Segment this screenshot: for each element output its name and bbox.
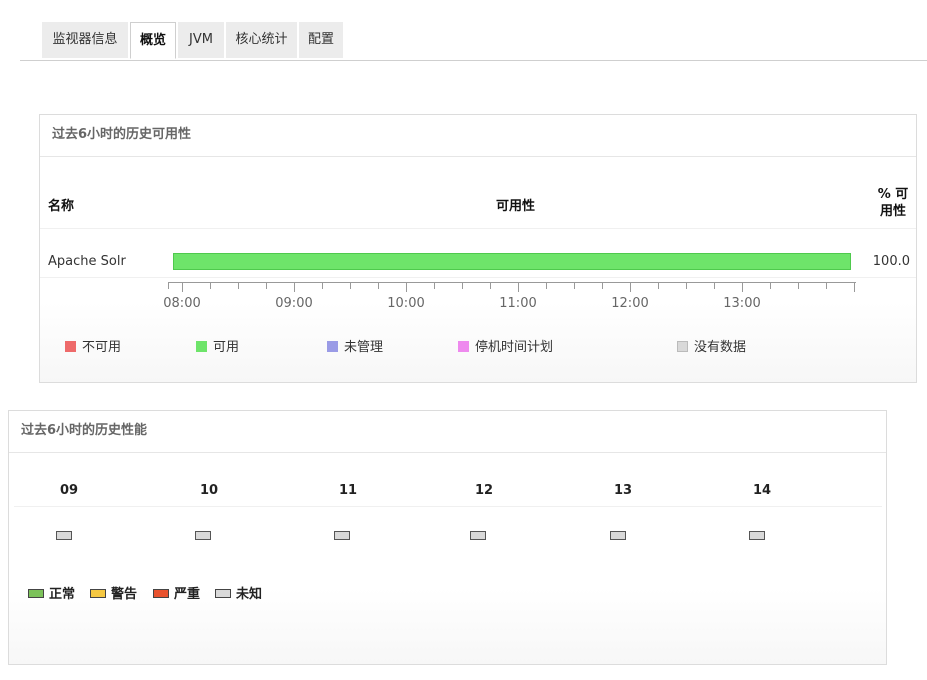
time-axis-tick — [182, 283, 183, 292]
perf-legend-label-critical: 严重 — [174, 587, 201, 602]
time-axis-tick — [630, 283, 631, 292]
availability-panel-title: 过去6小时的历史可用性 — [40, 115, 916, 157]
time-axis-tick-label: 10:00 — [387, 296, 425, 311]
time-axis-tick — [490, 283, 491, 289]
perf-legend-swatch-warning — [90, 589, 106, 598]
tab-jvm[interactable]: JVM — [178, 22, 224, 58]
column-header-percent-line2: 用性 — [879, 204, 906, 219]
column-header-name: 名称 — [48, 199, 75, 214]
perf-legend-label-clear: 正常 — [49, 587, 76, 602]
time-axis-tick — [238, 283, 239, 289]
hour-status-box[interactable] — [470, 531, 486, 540]
availability-bar[interactable] — [173, 253, 851, 270]
performance-panel-title: 过去6小时的历史性能 — [9, 411, 886, 453]
hour-label: 11 — [338, 483, 358, 498]
legend-swatch-available — [196, 341, 207, 352]
legend-scheduled-downtime: 停机时间计划 — [458, 340, 553, 356]
hour-label: 12 — [474, 483, 494, 498]
hour-status-box[interactable] — [195, 531, 211, 540]
perf-legend-warning: 警告 — [90, 587, 137, 603]
time-axis-tick — [826, 283, 827, 289]
tab-monitor-info[interactable]: 监视器信息 — [42, 22, 128, 58]
time-axis-tick — [602, 283, 603, 289]
tab-core-stats[interactable]: 核心统计 — [226, 22, 297, 58]
perf-legend-label-unknown: 未知 — [236, 587, 263, 602]
perf-legend-unknown: 未知 — [215, 587, 262, 603]
time-axis-tick — [770, 283, 771, 289]
time-axis-tick-label: 11:00 — [499, 296, 537, 311]
legend-no-data: 没有数据 — [677, 340, 746, 356]
legend-unavailable: 不可用 — [65, 340, 121, 356]
hour-status-box[interactable] — [749, 531, 765, 540]
perf-legend-swatch-clear — [28, 589, 44, 598]
hour-label: 09 — [59, 483, 79, 498]
perf-legend-clear: 正常 — [28, 587, 75, 603]
legend-swatch-no-data — [677, 341, 688, 352]
legend-label-scheduled-downtime: 停机时间计划 — [475, 340, 554, 355]
time-axis-tick — [714, 283, 715, 289]
legend-label-unmanaged: 未管理 — [344, 340, 384, 355]
column-header-availability: 可用性 — [496, 199, 536, 214]
time-axis-tick — [266, 283, 267, 289]
time-axis-tick — [210, 283, 211, 289]
perf-legend-critical: 严重 — [153, 587, 200, 603]
time-axis-tick — [462, 283, 463, 289]
time-axis-tick-label: 12:00 — [611, 296, 649, 311]
time-axis-tick — [322, 283, 323, 289]
time-axis-tick — [658, 283, 659, 289]
time-axis-tick — [742, 283, 743, 292]
time-axis-tick — [546, 283, 547, 289]
tab-bar: 监视器信息 概览 JVM 核心统计 配置 — [20, 22, 927, 61]
legend-swatch-unmanaged — [327, 341, 338, 352]
legend-swatch-scheduled-downtime — [458, 341, 469, 352]
time-axis-tick-label: 13:00 — [723, 296, 761, 311]
header-divider — [40, 228, 916, 229]
hour-label: 13 — [613, 483, 633, 498]
monitor-name[interactable]: Apache Solr — [48, 254, 126, 269]
legend-label-available: 可用 — [213, 340, 240, 355]
time-axis-tick — [798, 283, 799, 289]
time-axis-tick — [854, 283, 855, 292]
tab-overview[interactable]: 概览 — [130, 22, 176, 59]
legend-available: 可用 — [196, 340, 239, 356]
time-axis-tick-label: 08:00 — [163, 296, 201, 311]
column-header-percent-line1: % 可 — [877, 187, 909, 202]
tab-config[interactable]: 配置 — [299, 22, 343, 58]
legend-label-no-data: 没有数据 — [694, 340, 747, 355]
hour-divider — [14, 506, 882, 507]
time-axis-tick — [168, 283, 169, 289]
time-axis — [168, 282, 856, 295]
hour-status-box[interactable] — [610, 531, 626, 540]
availability-percent: 100.0 — [872, 254, 910, 269]
time-axis-tick — [294, 283, 295, 292]
hour-label: 14 — [752, 483, 772, 498]
hour-label: 10 — [199, 483, 219, 498]
time-axis-tick — [350, 283, 351, 289]
time-axis-tick — [406, 283, 407, 292]
time-axis-tick-label: 09:00 — [275, 296, 313, 311]
time-axis-tick — [518, 283, 519, 292]
column-header-percent: % 可 用性 — [870, 186, 916, 220]
legend-swatch-unavailable — [65, 341, 76, 352]
perf-legend-label-warning: 警告 — [111, 587, 138, 602]
time-axis-tick — [378, 283, 379, 289]
time-axis-tick — [574, 283, 575, 289]
time-axis-tick — [434, 283, 435, 289]
hour-status-box[interactable] — [334, 531, 350, 540]
legend-unmanaged: 未管理 — [327, 340, 383, 356]
perf-legend-swatch-unknown — [215, 589, 231, 598]
legend-label-unavailable: 不可用 — [82, 340, 122, 355]
hour-status-box[interactable] — [56, 531, 72, 540]
row-divider — [40, 277, 916, 278]
perf-legend-swatch-critical — [153, 589, 169, 598]
time-axis-tick — [686, 283, 687, 289]
